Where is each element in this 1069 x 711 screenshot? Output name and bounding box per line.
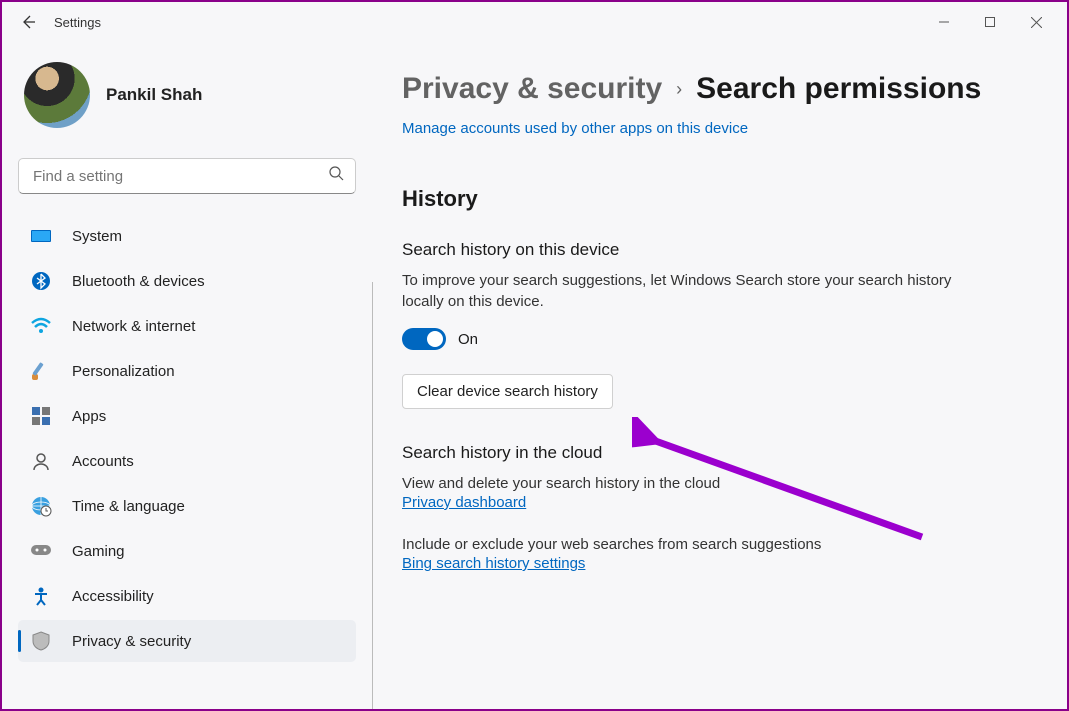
sidebar-item-label: System <box>72 228 122 245</box>
profile[interactable]: Pankil Shah <box>18 62 356 128</box>
sidebar-item-system[interactable]: System <box>18 215 356 257</box>
vertical-divider <box>372 282 373 709</box>
bluetooth-icon <box>30 270 52 292</box>
sidebar-item-label: Personalization <box>72 363 175 380</box>
minimize-button[interactable] <box>921 6 967 38</box>
bing-history-link[interactable]: Bing search history settings <box>402 555 585 572</box>
sidebar-item-gaming[interactable]: Gaming <box>18 530 356 572</box>
breadcrumb: Privacy & security › Search permissions <box>402 72 1027 106</box>
sidebar-item-label: Privacy & security <box>72 633 191 650</box>
sidebar-item-label: Network & internet <box>72 318 195 335</box>
system-icon <box>30 225 52 247</box>
privacy-dashboard-link[interactable]: Privacy dashboard <box>402 494 526 511</box>
sidebar-nav: System Bluetooth & devices Network & int… <box>18 212 356 709</box>
sidebar-item-privacy[interactable]: Privacy & security <box>18 620 356 662</box>
history-heading: History <box>402 186 1027 212</box>
toggle-state-label: On <box>458 331 478 348</box>
titlebar: Settings <box>2 2 1067 42</box>
cloud-history-title: Search history in the cloud <box>402 443 1027 463</box>
sidebar-item-bluetooth[interactable]: Bluetooth & devices <box>18 260 356 302</box>
search-box <box>18 158 356 194</box>
clear-history-button[interactable]: Clear device search history <box>402 374 613 409</box>
sidebar-item-label: Gaming <box>72 543 125 560</box>
accessibility-icon <box>30 585 52 607</box>
device-history-desc: To improve your search suggestions, let … <box>402 270 962 312</box>
sidebar-item-label: Accessibility <box>72 588 154 605</box>
cloud-history-desc2: Include or exclude your web searches fro… <box>402 534 962 555</box>
accounts-icon <box>30 450 52 472</box>
cloud-history-desc1: View and delete your search history in t… <box>402 473 962 494</box>
history-toggle[interactable] <box>402 328 446 350</box>
user-name: Pankil Shah <box>106 85 202 105</box>
gamepad-icon <box>30 540 52 562</box>
paintbrush-icon <box>30 360 52 382</box>
sidebar-item-label: Time & language <box>72 498 185 515</box>
clock-globe-icon <box>30 495 52 517</box>
sidebar-item-apps[interactable]: Apps <box>18 395 356 437</box>
device-history-title: Search history on this device <box>402 240 1027 260</box>
window-controls <box>921 6 1059 38</box>
sidebar-item-network[interactable]: Network & internet <box>18 305 356 347</box>
avatar <box>24 62 90 128</box>
close-button[interactable] <box>1013 6 1059 38</box>
sidebar-item-label: Accounts <box>72 453 134 470</box>
wifi-icon <box>30 315 52 337</box>
breadcrumb-parent[interactable]: Privacy & security <box>402 72 662 106</box>
apps-icon <box>30 405 52 427</box>
sidebar: Pankil Shah System Bluetooth & devices N… <box>2 42 372 709</box>
sidebar-item-accounts[interactable]: Accounts <box>18 440 356 482</box>
chevron-right-icon: › <box>676 79 682 100</box>
back-button[interactable] <box>10 4 46 40</box>
search-input[interactable] <box>18 158 356 194</box>
sidebar-item-personalization[interactable]: Personalization <box>18 350 356 392</box>
window-title: Settings <box>54 15 101 30</box>
sidebar-item-accessibility[interactable]: Accessibility <box>18 575 356 617</box>
page-title: Search permissions <box>696 72 981 106</box>
manage-accounts-link[interactable]: Manage accounts used by other apps on th… <box>402 120 748 137</box>
shield-icon <box>30 630 52 652</box>
sidebar-item-label: Apps <box>72 408 106 425</box>
search-icon <box>329 166 344 186</box>
maximize-button[interactable] <box>967 6 1013 38</box>
sidebar-item-time[interactable]: Time & language <box>18 485 356 527</box>
sidebar-item-label: Bluetooth & devices <box>72 273 205 290</box>
main-content: Privacy & security › Search permissions … <box>372 42 1067 709</box>
